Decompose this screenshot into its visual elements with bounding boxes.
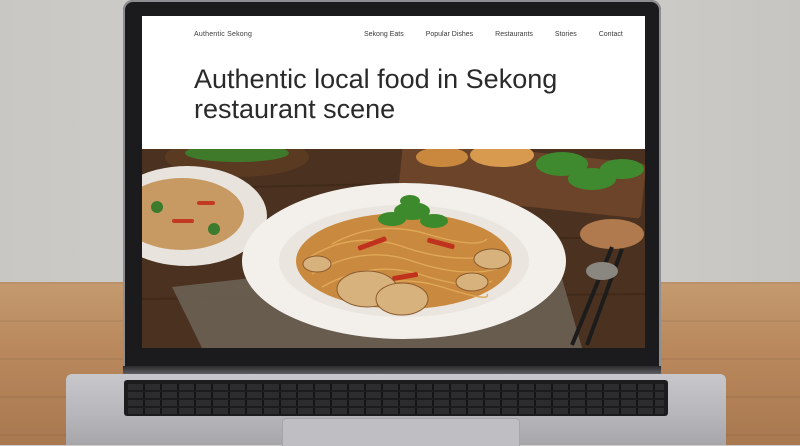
noodle-dish-photo: [142, 137, 645, 348]
key-row: [128, 408, 664, 414]
nav-link-contact[interactable]: Contact: [599, 31, 623, 38]
laptop-screen: Authentic Sekong Sekong Eats Popular Dis…: [142, 16, 645, 348]
key-row: [128, 392, 664, 398]
laptop-scene: Authentic Sekong Sekong Eats Popular Dis…: [0, 0, 800, 446]
hero-title: Authentic local food in Sekong restauran…: [194, 64, 558, 124]
site-brand[interactable]: Authentic Sekong: [194, 31, 252, 38]
nav-link-eats[interactable]: Sekong Eats: [364, 31, 404, 38]
nav-link-popular-dishes[interactable]: Popular Dishes: [426, 31, 473, 38]
site-header: Authentic Sekong Sekong Eats Popular Dis…: [142, 16, 645, 149]
key-row: [128, 400, 664, 406]
top-nav: Sekong Eats Popular Dishes Restaurants S…: [364, 31, 623, 38]
keyboard: [124, 380, 668, 416]
trackpad: [282, 418, 520, 446]
nav-link-restaurants[interactable]: Restaurants: [495, 31, 533, 38]
nav-link-stories[interactable]: Stories: [555, 31, 577, 38]
dish-illustration: [142, 137, 645, 348]
key-row: [128, 384, 664, 390]
